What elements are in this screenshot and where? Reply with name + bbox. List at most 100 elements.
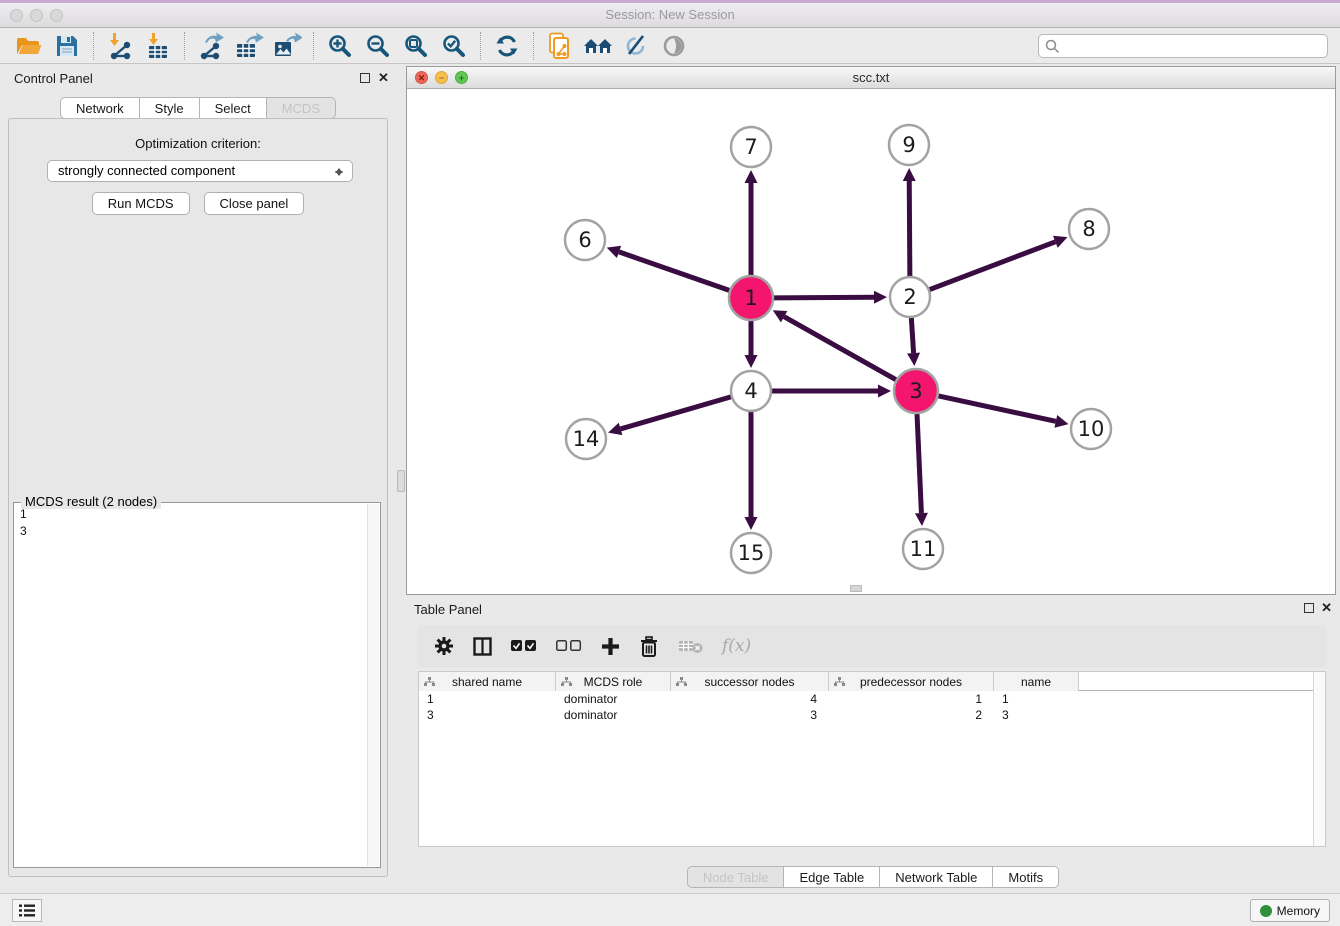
criterion-value: strongly connected component xyxy=(58,163,235,178)
task-list-icon xyxy=(19,904,35,917)
graph-edge-1-2[interactable] xyxy=(774,297,874,298)
zoom-network-icon[interactable]: + xyxy=(455,71,468,84)
import-network-button[interactable] xyxy=(101,30,139,62)
table-cell[interactable]: dominator xyxy=(556,707,671,723)
close-network-icon[interactable]: ✕ xyxy=(415,71,428,84)
table-cell[interactable]: 3 xyxy=(671,707,829,723)
minimize-window-icon[interactable] xyxy=(30,9,43,22)
column-header-shared-name[interactable]: shared name xyxy=(419,672,556,691)
table-cell[interactable]: 1 xyxy=(419,691,556,707)
gear-icon xyxy=(434,636,454,656)
table-panel-title: Table Panel xyxy=(414,602,482,617)
float-panel-icon[interactable] xyxy=(360,73,370,83)
network-window: ✕ − + scc.txt 7968124314101511 xyxy=(406,66,1336,595)
import-table-icon xyxy=(144,32,172,60)
zoom-selected-button[interactable] xyxy=(435,30,473,62)
table-cell[interactable]: 4 xyxy=(671,691,829,707)
table-options-button[interactable] xyxy=(434,636,454,656)
save-floppy-icon xyxy=(55,34,79,58)
zoom-out-button[interactable] xyxy=(359,30,397,62)
toolbar-search[interactable] xyxy=(1038,34,1328,58)
refresh-button[interactable] xyxy=(488,30,526,62)
graph-edge-2-8[interactable] xyxy=(930,242,1056,290)
tab-style[interactable]: Style xyxy=(140,97,200,119)
run-mcds-button[interactable]: Run MCDS xyxy=(92,192,190,215)
zoom-fit-button[interactable] xyxy=(397,30,435,62)
network-canvas[interactable]: 7968124314101511 xyxy=(407,89,1335,594)
close-window-icon[interactable] xyxy=(10,9,23,22)
search-input[interactable] xyxy=(1060,39,1321,54)
close-panel-icon[interactable]: ✕ xyxy=(378,70,389,86)
graph-edge-1-6[interactable] xyxy=(619,252,729,291)
graph-edge-3-1[interactable] xyxy=(784,317,896,380)
unselect-all-columns-button[interactable] xyxy=(556,640,582,652)
table-cell[interactable]: 2 xyxy=(829,707,994,723)
graph-edge-2-9[interactable] xyxy=(909,181,910,276)
export-network-button[interactable] xyxy=(192,30,230,62)
function-builder-button[interactable]: f(x) xyxy=(722,636,751,656)
result-scrollbar[interactable] xyxy=(367,504,379,866)
clone-network-button[interactable] xyxy=(541,30,579,62)
tab-mcds[interactable]: MCDS xyxy=(267,97,336,119)
table-cell[interactable]: 1 xyxy=(994,691,1079,707)
graph-node-label: 15 xyxy=(738,541,765,565)
task-history-button[interactable] xyxy=(12,899,42,922)
splitter-handle[interactable] xyxy=(397,470,405,492)
save-session-button[interactable] xyxy=(48,30,86,62)
zoom-window-icon[interactable] xyxy=(50,9,63,22)
table-row[interactable]: 1dominator411 xyxy=(419,691,1325,707)
minimize-network-icon[interactable]: − xyxy=(435,71,448,84)
network-graph[interactable]: 7968124314101511 xyxy=(407,89,1335,594)
graph-edge-3-11[interactable] xyxy=(917,414,921,513)
window-title: Session: New Session xyxy=(0,3,1340,27)
select-all-columns-button[interactable] xyxy=(511,640,537,652)
table-cell[interactable]: dominator xyxy=(556,691,671,707)
column-header-name[interactable]: name xyxy=(994,672,1079,691)
graph-edge-4-14[interactable] xyxy=(621,397,731,429)
criterion-select[interactable]: strongly connected component xyxy=(47,160,353,182)
close-panel-icon[interactable]: ✕ xyxy=(1321,600,1332,616)
show-column-button[interactable] xyxy=(473,637,492,656)
first-neighbors-button[interactable] xyxy=(579,30,617,62)
table-cell[interactable]: 3 xyxy=(994,707,1079,723)
zoom-in-button[interactable] xyxy=(321,30,359,62)
delete-columns-button[interactable] xyxy=(639,636,659,657)
memory-label: Memory xyxy=(1277,904,1320,918)
trash-icon xyxy=(639,636,659,657)
memory-button[interactable]: Memory xyxy=(1250,899,1330,922)
column-header-predecessor-nodes[interactable]: predecessor nodes xyxy=(829,672,994,691)
column-header-successor-nodes[interactable]: successor nodes xyxy=(671,672,829,691)
tab-node-table[interactable]: Node Table xyxy=(687,866,785,888)
tab-network-table[interactable]: Network Table xyxy=(880,866,993,888)
splitter-handle[interactable] xyxy=(850,585,862,592)
graph-node-label: 6 xyxy=(578,228,591,252)
export-image-button[interactable] xyxy=(268,30,306,62)
close-panel-button[interactable]: Close panel xyxy=(204,192,305,215)
control-panel-header: Control Panel ✕ xyxy=(0,64,396,94)
create-column-button[interactable] xyxy=(601,637,620,656)
tab-select[interactable]: Select xyxy=(200,97,267,119)
tab-edge-table[interactable]: Edge Table xyxy=(784,866,880,888)
network-traffic-lights: ✕ − + xyxy=(415,71,468,84)
export-table-button[interactable] xyxy=(230,30,268,62)
home-houses-icon xyxy=(582,34,614,58)
open-session-button[interactable] xyxy=(10,30,48,62)
table-cell[interactable]: 3 xyxy=(419,707,556,723)
tab-motifs[interactable]: Motifs xyxy=(993,866,1059,888)
graph-edge-2-3[interactable] xyxy=(911,318,913,353)
float-panel-icon[interactable] xyxy=(1304,603,1314,613)
table-row[interactable]: 3dominator323 xyxy=(419,707,1325,723)
network-window-titlebar[interactable]: ✕ − + scc.txt xyxy=(407,67,1335,89)
show-graphics-details-button[interactable] xyxy=(655,30,693,62)
table-cell[interactable]: 1 xyxy=(829,691,994,707)
graph-edge-3-10[interactable] xyxy=(938,396,1055,421)
toolbar-separator xyxy=(184,32,185,60)
tab-network[interactable]: Network xyxy=(60,97,140,119)
table-panel: Table Panel ✕ xyxy=(406,597,1340,893)
table-scrollbar[interactable] xyxy=(1313,672,1325,846)
graph-node-label: 8 xyxy=(1082,217,1095,241)
hide-selected-button[interactable] xyxy=(617,30,655,62)
column-header-MCDS-role[interactable]: MCDS role xyxy=(556,672,671,691)
import-table-button[interactable] xyxy=(139,30,177,62)
delete-table-button[interactable] xyxy=(678,638,703,654)
